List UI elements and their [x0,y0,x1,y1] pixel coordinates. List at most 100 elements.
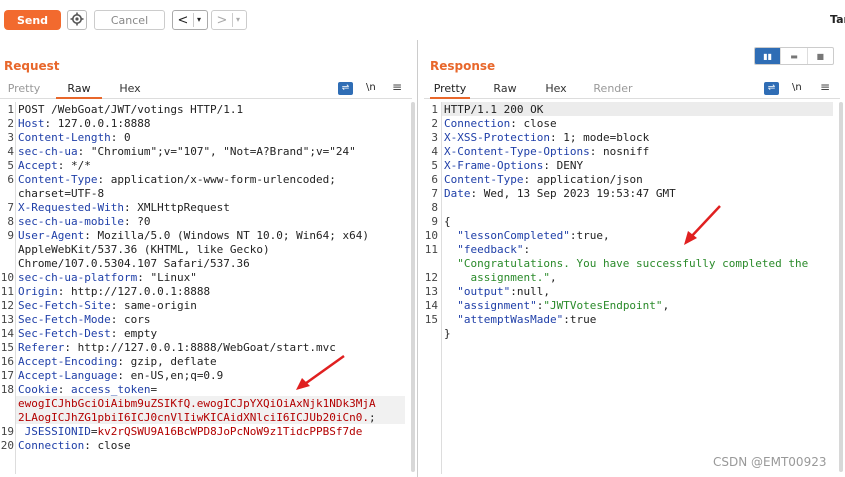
settings-button[interactable] [67,10,87,30]
header-value: : cors [110,313,151,326]
header-value: charset=UTF-8 [18,187,105,200]
back-arrow-icon: < [177,12,189,28]
side-by-side-icon[interactable]: ▮▮ [755,48,781,64]
target-label[interactable]: Tar [830,13,845,26]
cancel-button[interactable]: Cancel [94,10,165,30]
line-number: 14 [0,327,14,340]
code-line: Accept-Encoding: gzip, deflate [18,355,217,368]
code-line: POST /WebGoat/JWT/votings HTTP/1.1 [18,103,243,116]
header-name: Connection [444,117,511,130]
line-number: 6 [431,173,438,186]
json-string: "JWTVotesEndpoint" [543,299,663,312]
header-value: : */* [57,159,91,172]
request-tab-hex[interactable]: Hex [110,80,150,97]
code-line: charset=UTF-8 [18,187,104,200]
header-value: } [444,327,451,340]
header-name: "attemptWasMade" [444,313,564,326]
json-string: "Congratulations. You have successfully … [444,257,809,270]
code-line: Cookie: access_token= [18,383,157,396]
header-name: Sec-Fetch-Mode [18,313,111,326]
request-tab-pretty[interactable]: Pretty [4,80,44,97]
header-value: : 0 [110,131,131,144]
header-value: : Wed, 13 Sep 2023 19:53:47 GMT [470,187,676,200]
header-name: sec-ch-ua-platform [18,271,138,284]
line-number: 7 [7,201,14,214]
header-value: : application/x-www-form-urlencoded; [97,173,336,186]
request-scrollbar[interactable] [411,102,415,472]
back-button[interactable]: < ▾ [172,10,208,30]
header-name: Connection [18,439,85,452]
wrap-lines-icon[interactable]: ⇌ [764,82,779,95]
code-line: X-Frame-Options: DENY [444,159,583,172]
line-number: 20 [0,439,14,452]
response-tab-render[interactable]: Render [590,80,636,97]
menu-icon[interactable]: ≡ [820,80,830,94]
line-number: 7 [431,187,438,200]
chevron-down-icon[interactable]: ▾ [232,13,240,27]
line-number: 12 [0,299,14,312]
line-number: 18 [0,383,14,396]
code-line: User-Agent: Mozilla/5.0 (Windows NT 10.0… [18,229,369,242]
newline-toggle[interactable]: \n [792,82,802,93]
header-name: User-Agent [18,229,85,242]
line-number: 5 [431,159,438,172]
layout-toggle[interactable]: ▮▮ ▬ ■ [754,47,834,65]
request-tabbar: Pretty Raw Hex ⇌ \n ≡ [0,80,412,99]
single-pane-icon[interactable]: ■ [806,48,833,64]
code-line: X-XSS-Protection: 1; mode=block [444,131,649,144]
chevron-down-icon[interactable]: ▾ [193,13,201,27]
request-tab-raw[interactable]: Raw [56,80,102,99]
stacked-icon[interactable]: ▬ [780,48,806,64]
line-number: 14 [424,299,438,312]
response-tabbar: Pretty Raw Hex Render ⇌ \n ≡ [424,80,840,99]
toolbar: Send Cancel < ▾ > ▾ Tar [0,0,845,40]
header-value: HTTP/1.1 200 OK [444,103,544,116]
header-value: : nosniff [589,145,650,158]
header-value: : [523,243,531,256]
header-name: "output" [444,285,511,298]
code-line: { [444,215,451,228]
header-value: : gzip, deflate [117,355,217,368]
response-tab-raw[interactable]: Raw [484,80,526,97]
response-scrollbar[interactable] [839,102,843,472]
response-title: Response [430,59,496,73]
line-number: 9 [7,229,14,242]
header-name: X-Frame-Options [444,159,544,172]
line-number: 13 [424,285,438,298]
line-number: 10 [424,229,438,242]
response-tab-pretty[interactable]: Pretty [430,80,470,99]
line-number: 4 [7,145,14,158]
code-line: "Congratulations. You have successfully … [444,257,808,270]
line-number: 8 [431,201,438,214]
code-line: Sec-Fetch-Mode: cors [18,313,150,326]
line-number: 6 [7,173,14,186]
header-value: :true [563,313,597,326]
forward-button[interactable]: > ▾ [211,10,247,30]
header-name: Content-Length [18,131,111,144]
header-value: : ?0 [123,215,151,228]
gear-icon [70,12,84,29]
newline-toggle[interactable]: \n [366,82,376,93]
header-value: : same-origin [110,299,197,312]
code-line: AppleWebKit/537.36 (KHTML, like Gecko) [18,243,270,256]
line-number: 1 [431,103,438,116]
pane-divider[interactable] [417,40,418,477]
header-value: POST /WebGoat/JWT/votings HTTP/1.1 [18,103,244,116]
header-value: : XMLHttpRequest [123,201,230,214]
send-button[interactable]: Send [4,10,61,30]
header-name: X-Content-Type-Options [444,145,590,158]
code-line: sec-ch-ua-mobile: ?0 [18,215,150,228]
code-line: Content-Type: application/x-www-form-url… [18,173,336,186]
cookie-name: JSESSIONID [18,425,91,438]
cookie-name: access_token [71,383,151,396]
header-name: Sec-Fetch-Dest [18,327,111,340]
request-title: Request [4,59,60,73]
response-gutter-divider [441,102,442,474]
response-tab-hex[interactable]: Hex [536,80,576,97]
menu-icon[interactable]: ≡ [392,80,402,94]
line-number: 16 [0,355,14,368]
line-number: 19 [0,425,14,438]
wrap-lines-icon[interactable]: ⇌ [338,82,353,95]
line-number: 10 [0,271,14,284]
line-number: 13 [0,313,14,326]
